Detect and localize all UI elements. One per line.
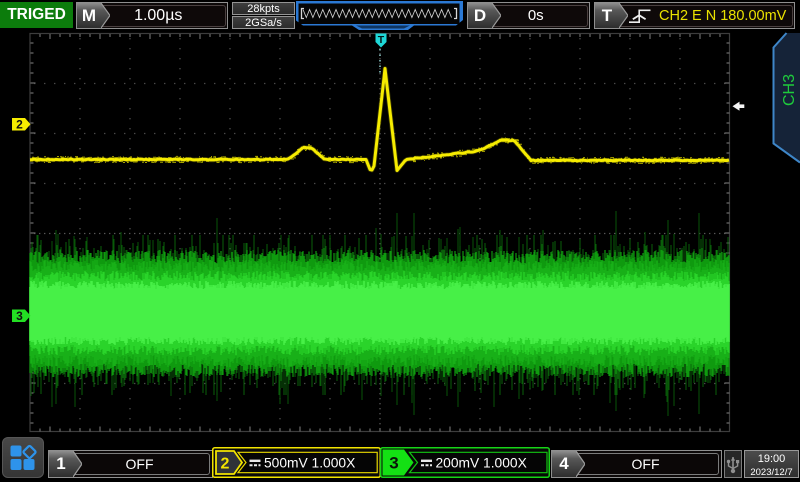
- svg-text:500mV 1.000X: 500mV 1.000X: [264, 456, 355, 471]
- svg-text:2: 2: [221, 456, 230, 473]
- svg-text:200mV 1.000X: 200mV 1.000X: [436, 456, 527, 471]
- svg-text:2: 2: [16, 118, 23, 132]
- svg-text:CH3: CH3: [781, 74, 798, 106]
- svg-text:3: 3: [389, 454, 398, 473]
- svg-text:T: T: [378, 34, 385, 46]
- svg-text:3: 3: [16, 309, 23, 323]
